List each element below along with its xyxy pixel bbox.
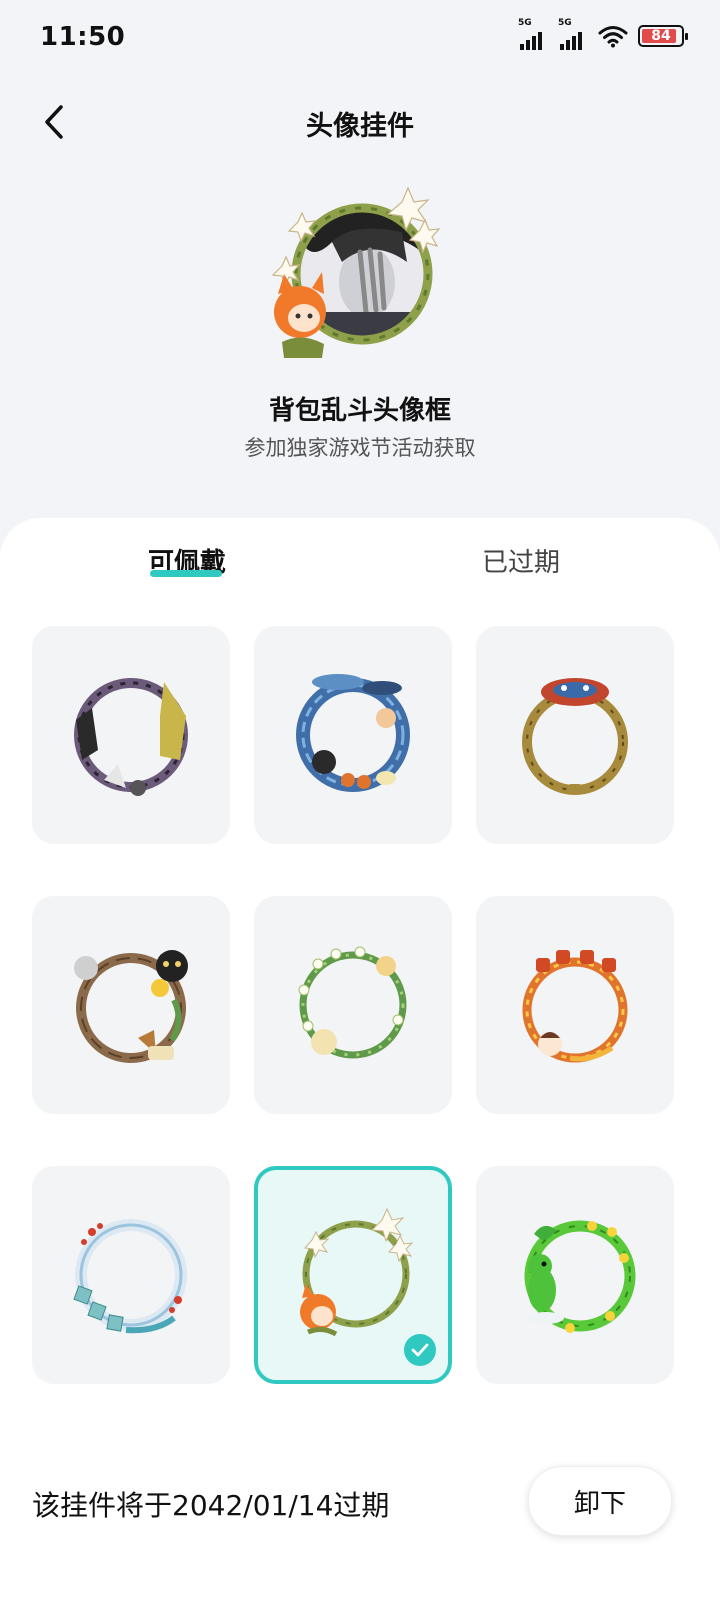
signal-2-label: 5G <box>558 18 572 28</box>
pendant-sheet: 可佩戴 已过期 该挂件将于2042/01/14过期 卸下 <box>0 518 720 1600</box>
unwear-button[interactable]: 卸下 <box>528 1466 672 1536</box>
fish-ring-pendant-icon <box>296 674 410 792</box>
pendant-item[interactable] <box>254 626 452 844</box>
page-title: 头像挂件 <box>306 111 414 142</box>
pendant-item[interactable] <box>476 1166 674 1384</box>
expiry-text: 该挂件将于2042/01/14过期 <box>32 1489 390 1522</box>
signal-1-label: 5G <box>518 18 532 28</box>
dino-ring-pendant-icon <box>524 1220 636 1333</box>
pendant-name: 背包乱斗头像框 <box>268 396 451 426</box>
pendant-item[interactable] <box>32 626 230 844</box>
status-icons: 5G 5G 84 <box>518 18 688 50</box>
pendant-description: 参加独家游戏节活动获取 <box>244 436 476 460</box>
avatar-preview <box>262 182 452 372</box>
status-bar: 11:50 5G 5G 84 <box>0 0 720 80</box>
avatar-with-pendant <box>271 186 441 358</box>
festival-ring-pendant-icon <box>522 950 628 1063</box>
signal-icon-2: 5G <box>558 18 588 50</box>
tab-expired[interactable]: 已过期 <box>482 542 560 579</box>
pendant-item[interactable] <box>32 1166 230 1384</box>
battery-icon: 84 <box>638 25 688 47</box>
golden-ring-pendant-icon <box>522 678 628 795</box>
snow-plum-ring-pendant-icon <box>73 1219 187 1334</box>
lily-ring-pendant-icon <box>300 1207 414 1337</box>
battery-level: 84 <box>651 28 671 44</box>
signal-icon-1: 5G <box>518 18 548 50</box>
status-time: 11:50 <box>40 22 126 52</box>
vine-ring-pendant-icon <box>298 946 407 1059</box>
pendant-item[interactable] <box>32 896 230 1114</box>
pendant-item[interactable] <box>476 896 674 1114</box>
tab-active-indicator <box>150 570 222 577</box>
pendant-item-selected[interactable] <box>254 1166 452 1384</box>
wifi-icon <box>598 26 628 48</box>
pendant-item[interactable] <box>254 896 452 1114</box>
selected-check-icon <box>404 1334 436 1366</box>
dark-ring-pendant-icon <box>74 678 188 796</box>
branch-ring-pendant-icon <box>74 950 188 1063</box>
header: 头像挂件 <box>0 90 720 154</box>
pendant-item[interactable] <box>476 626 674 844</box>
